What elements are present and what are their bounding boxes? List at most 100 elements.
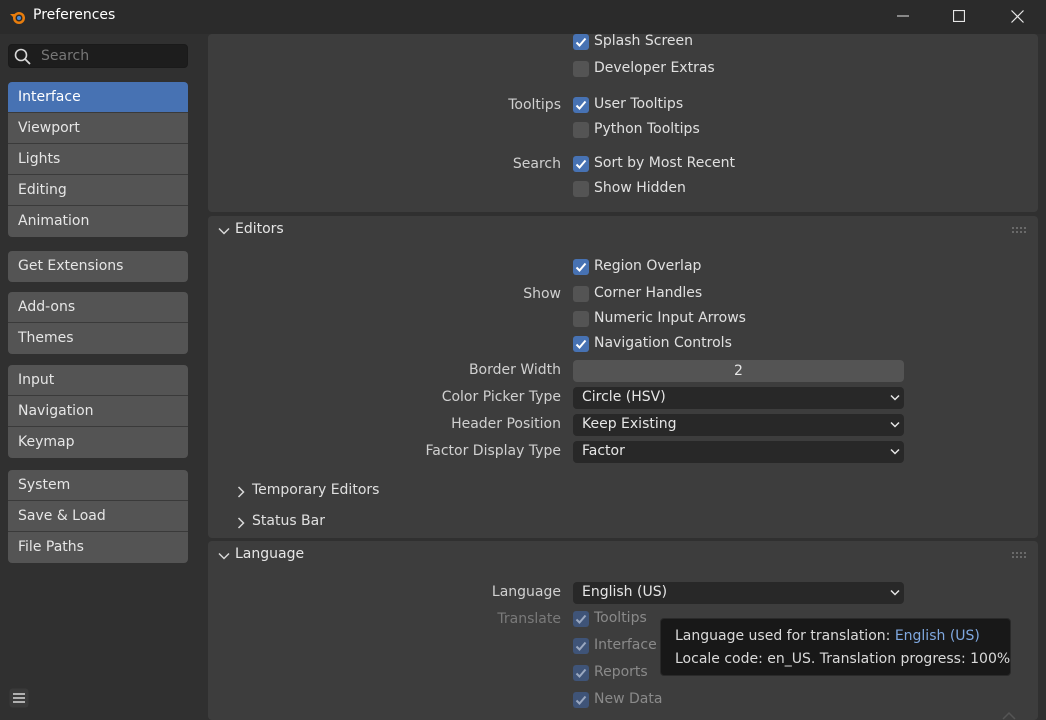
developer-extras-checkbox[interactable] — [573, 61, 589, 77]
border-width-label: Border Width — [468, 362, 561, 378]
search-placeholder: Search — [41, 48, 90, 64]
tooltip-line-1: Language used for translation: English (… — [675, 628, 980, 644]
sidebar-item-editing[interactable]: Editing — [8, 175, 188, 206]
title-bar: Preferences — [0, 0, 1046, 34]
factor-display-type-row: Factor Display Type Factor — [208, 441, 1038, 463]
blender-logo-icon — [10, 12, 25, 24]
drag-grip-icon[interactable] — [1012, 552, 1026, 558]
chevron-down-icon — [218, 227, 230, 235]
user-tooltips-row: Tooltips User Tooltips — [208, 95, 1038, 117]
chevron-down-icon — [218, 552, 230, 560]
nav-group-input: Input Navigation Keymap — [8, 365, 188, 458]
region-overlap-checkbox[interactable] — [573, 259, 589, 275]
sidebar-item-keymap[interactable]: Keymap — [8, 427, 188, 458]
tooltip-line-2: Locale code: en_US. Translation progress… — [675, 651, 1011, 667]
maximize-button[interactable] — [930, 0, 988, 32]
sidebar-item-navigation[interactable]: Navigation — [8, 396, 188, 427]
translate-tooltips-label: Tooltips — [594, 610, 647, 626]
nav-group-general: Interface Viewport Lights Editing Animat… — [8, 82, 188, 237]
window-title: Preferences — [33, 7, 116, 23]
corner-handles-row: Show Corner Handles — [208, 284, 1038, 306]
navigation-controls-row: Navigation Controls — [208, 334, 1038, 356]
sort-by-most-recent-checkbox[interactable] — [573, 156, 589, 172]
checkmark-icon — [575, 695, 587, 705]
color-picker-type-row: Color Picker Type Circle (HSV) — [208, 387, 1038, 409]
navigation-controls-checkbox[interactable] — [573, 336, 589, 352]
navigation-controls-label: Navigation Controls — [594, 335, 732, 351]
sidebar-item-viewport[interactable]: Viewport — [8, 113, 188, 144]
sort-by-most-recent-label: Sort by Most Recent — [594, 155, 736, 171]
language-label: Language — [491, 584, 561, 600]
sidebar-item-animation[interactable]: Animation — [8, 206, 188, 237]
sidebar-item-system[interactable]: System — [8, 470, 188, 501]
maximize-icon — [953, 10, 965, 22]
search-input[interactable]: Search — [8, 44, 188, 68]
sort-by-most-recent-row: Search Sort by Most Recent — [208, 154, 1038, 176]
border-width-field[interactable]: 2 — [573, 360, 904, 382]
numeric-input-arrows-checkbox[interactable] — [573, 311, 589, 327]
numeric-input-arrows-row: Numeric Input Arrows — [208, 309, 1038, 331]
splash-screen-checkbox[interactable] — [573, 34, 589, 50]
color-picker-type-label: Color Picker Type — [441, 389, 561, 405]
language-dropdown[interactable]: English (US) — [573, 582, 904, 604]
minimize-button[interactable] — [874, 0, 932, 32]
sidebar-item-input[interactable]: Input — [8, 365, 188, 396]
chevron-right-icon — [237, 517, 245, 529]
translate-new-data-checkbox[interactable] — [573, 692, 589, 708]
factor-display-type-dropdown[interactable]: Factor — [573, 441, 904, 463]
close-button[interactable] — [988, 0, 1046, 32]
translate-tooltips-checkbox[interactable] — [573, 611, 589, 627]
corner-handles-label: Corner Handles — [594, 285, 703, 301]
header-position-row: Header Position Keep Existing — [208, 414, 1038, 436]
language-panel-header[interactable]: Language — [208, 541, 1038, 571]
chevron-down-icon — [890, 421, 900, 428]
corner-handles-checkbox[interactable] — [573, 286, 589, 302]
tooltip-line-1-value: English (US) — [894, 628, 980, 644]
sidebar-item-file-paths[interactable]: File Paths — [8, 532, 188, 563]
translate-reports-checkbox[interactable] — [573, 665, 589, 681]
sidebar-item-save-load[interactable]: Save & Load — [8, 501, 188, 532]
factor-display-type-label: Factor Display Type — [425, 443, 561, 459]
status-bar-subpanel[interactable]: Status Bar — [208, 511, 1038, 535]
sidebar-item-themes[interactable]: Themes — [8, 323, 188, 354]
border-width-row: Border Width 2 — [208, 360, 1038, 382]
chevron-down-icon — [890, 589, 900, 596]
sidebar-item-interface[interactable]: Interface — [8, 82, 188, 113]
show-hidden-row: Show Hidden — [208, 179, 1038, 201]
checkmark-icon — [575, 614, 587, 624]
factor-display-type-value: Factor — [582, 443, 625, 459]
color-picker-type-dropdown[interactable]: Circle (HSV) — [573, 387, 904, 409]
temporary-editors-subpanel[interactable]: Temporary Editors — [208, 480, 1038, 504]
sidebar-item-add-ons[interactable]: Add-ons — [8, 292, 188, 323]
user-tooltips-checkbox[interactable] — [573, 97, 589, 113]
checkmark-icon — [575, 37, 587, 47]
nav-group-addons: Add-ons Themes — [8, 292, 188, 354]
python-tooltips-label: Python Tooltips — [594, 121, 700, 137]
translate-interface-label: Interface — [594, 637, 657, 653]
show-hidden-checkbox[interactable] — [573, 181, 589, 197]
nav-group-system: System Save & Load File Paths — [8, 470, 188, 563]
header-position-dropdown[interactable]: Keep Existing — [573, 414, 904, 436]
sidebar-item-get-extensions[interactable]: Get Extensions — [8, 251, 188, 282]
nav-group-extensions: Get Extensions — [8, 251, 188, 282]
tooltip-line-1-prefix: Language used for translation: — [675, 628, 895, 644]
language-tooltip: Language used for translation: English (… — [660, 618, 1011, 676]
python-tooltips-checkbox[interactable] — [573, 122, 589, 138]
drag-grip-icon[interactable] — [1012, 227, 1026, 233]
scroll-up-icon[interactable] — [1000, 710, 1018, 720]
editors-panel-header[interactable]: Editors — [208, 216, 1038, 246]
region-overlap-label: Region Overlap — [594, 258, 702, 274]
translate-label: Translate — [497, 611, 561, 627]
checkmark-icon — [575, 339, 587, 349]
numeric-input-arrows-label: Numeric Input Arrows — [594, 310, 746, 326]
editors-panel-title: Editors — [235, 221, 284, 237]
splash-screen-label: Splash Screen — [594, 33, 693, 49]
menu-icon[interactable] — [9, 688, 29, 708]
translate-interface-checkbox[interactable] — [573, 638, 589, 654]
show-hidden-label: Show Hidden — [594, 180, 686, 196]
developer-extras-row: Developer Extras — [208, 59, 1038, 81]
language-row: Language English (US) — [208, 582, 1038, 604]
sidebar-item-lights[interactable]: Lights — [8, 144, 188, 175]
user-tooltips-label: User Tooltips — [594, 96, 684, 112]
sidebar: Search Interface Viewport Lights Editing… — [0, 34, 200, 720]
